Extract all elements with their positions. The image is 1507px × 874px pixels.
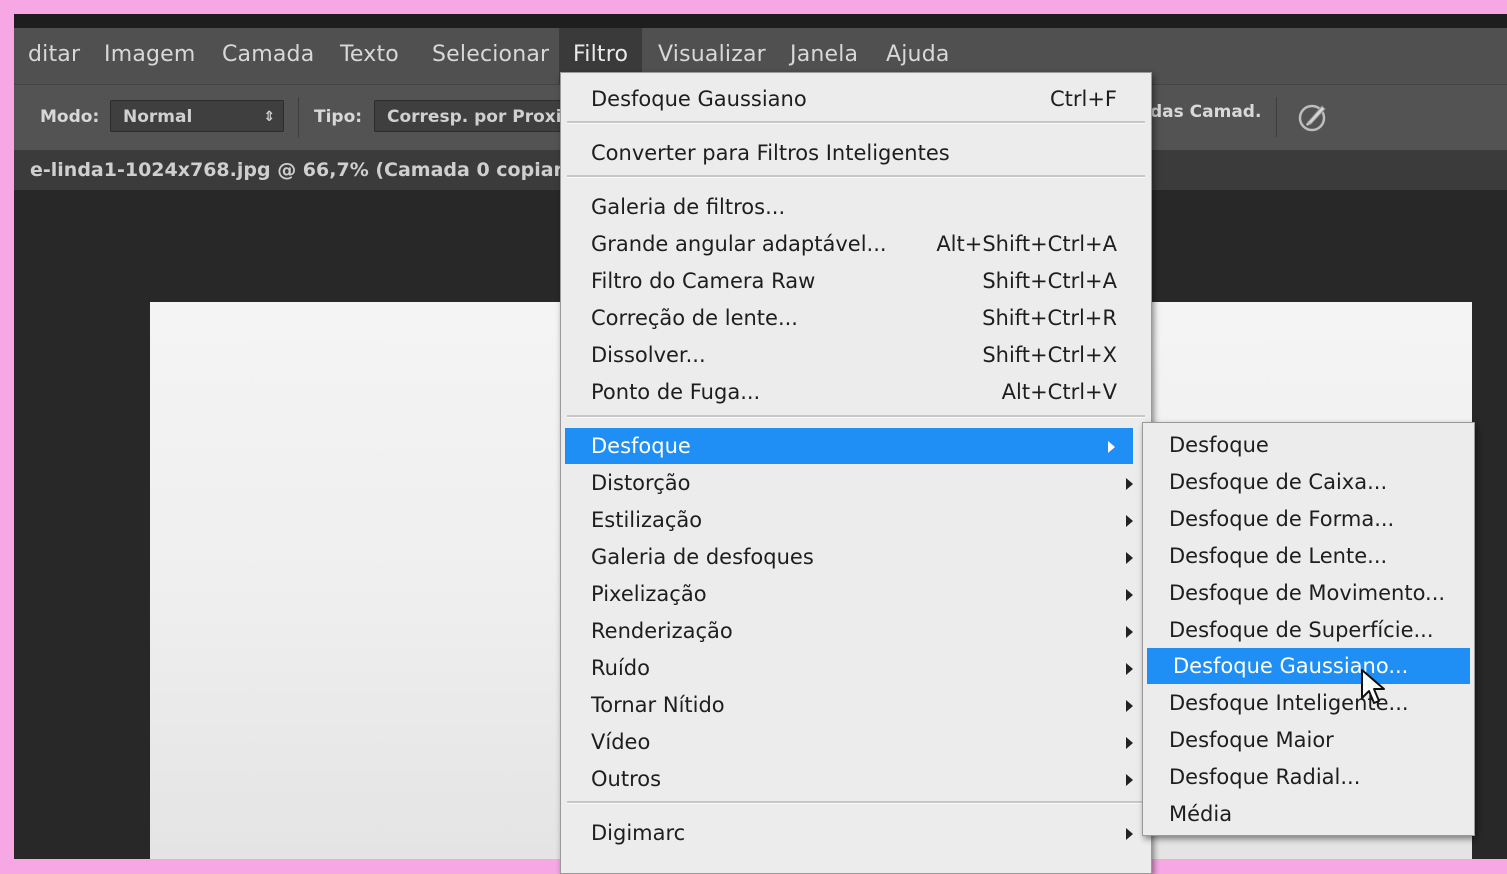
menu-editar[interactable]: ditar (28, 28, 80, 84)
menu-item-adaptive-wide-angle[interactable]: Grande angular adaptável... Alt+Shift+Ct… (561, 226, 1151, 262)
menu-item-label: Ponto de Fuga... (591, 380, 761, 404)
menu-item-label: Desfoque Maior (1169, 728, 1334, 752)
menu-item-label: Galeria de filtros... (591, 195, 786, 219)
chevron-right-icon (1126, 828, 1133, 840)
mouse-pointer-icon (1361, 669, 1385, 704)
sample-all-layers-label[interactable]: das Camad. (1150, 102, 1261, 122)
menu-item-label: Desfoque Radial... (1169, 765, 1361, 789)
menu-item-label: Correção de lente... (591, 306, 798, 330)
chevron-right-icon (1126, 737, 1133, 749)
menu-item-pixelate[interactable]: Pixelização (561, 576, 1151, 612)
menu-item-shortcut: Shift+Ctrl+A (982, 269, 1117, 293)
mode-label: Modo: (40, 107, 100, 127)
menu-item-label: Dissolver... (591, 343, 706, 367)
menu-item-shortcut: Alt+Shift+Ctrl+A (936, 232, 1117, 256)
submenu-item-blur[interactable]: Desfoque (1143, 427, 1474, 463)
menu-item-label: Média (1169, 802, 1233, 826)
menu-separator (567, 175, 1145, 178)
menu-item-other[interactable]: Outros (561, 761, 1151, 797)
menu-item-label: Desfoque de Superfície... (1169, 618, 1434, 642)
menu-separator (567, 121, 1145, 124)
submenu-item-box-blur[interactable]: Desfoque de Caixa... (1143, 464, 1474, 500)
blur-submenu: Desfoque Desfoque de Caixa... Desfoque d… (1142, 422, 1475, 836)
menu-item-noise[interactable]: Ruído (561, 650, 1151, 686)
submenu-item-shape-blur[interactable]: Desfoque de Forma... (1143, 501, 1474, 537)
menu-item-video[interactable]: Vídeo (561, 724, 1151, 760)
menu-item-label: Galeria de desfoques (591, 545, 814, 569)
submenu-item-average[interactable]: Média (1143, 796, 1474, 832)
mode-select-value: Normal (123, 107, 193, 127)
menu-separator (567, 415, 1145, 418)
menu-item-stylize[interactable]: Estilização (561, 502, 1151, 538)
window-top-border (14, 14, 1507, 28)
type-select[interactable]: Corresp. por Proxim (374, 100, 574, 132)
submenu-item-lens-blur[interactable]: Desfoque de Lente... (1143, 538, 1474, 574)
menu-item-label: Desfoque Gaussiano (591, 87, 807, 111)
menu-item-filter-gallery[interactable]: Galeria de filtros... (561, 189, 1151, 225)
menu-item-label: Outros (591, 767, 662, 791)
chevron-right-icon (1126, 774, 1133, 786)
menu-item-label: Desfoque de Caixa... (1169, 470, 1388, 494)
menu-item-distort[interactable]: Distorção (561, 465, 1151, 501)
menu-camada[interactable]: Camada (222, 28, 314, 84)
menu-item-label: Filtro do Camera Raw (591, 269, 816, 293)
menu-item-last-filter[interactable]: Desfoque Gaussiano Ctrl+F (561, 81, 1151, 117)
menu-item-shortcut: Shift+Ctrl+R (982, 306, 1117, 330)
mode-select[interactable]: Normal ⇕ (110, 100, 284, 132)
menu-item-label: Converter para Filtros Inteligentes (591, 141, 950, 165)
menu-item-label: Tornar Nítido (591, 693, 725, 717)
menu-item-label: Vídeo (591, 730, 651, 754)
submenu-item-motion-blur[interactable]: Desfoque de Movimento... (1143, 575, 1474, 611)
submenu-item-surface-blur[interactable]: Desfoque de Superfície... (1143, 612, 1474, 648)
menu-selecionar[interactable]: Selecionar (432, 28, 549, 84)
menu-item-label: Ruído (591, 656, 650, 680)
menu-item-sharpen[interactable]: Tornar Nítido (561, 687, 1151, 723)
submenu-item-radial-blur[interactable]: Desfoque Radial... (1143, 759, 1474, 795)
menu-item-blur-gallery[interactable]: Galeria de desfoques (561, 539, 1151, 575)
menu-item-label: Digimarc (591, 821, 686, 845)
menu-item-label: Estilização (591, 508, 703, 532)
chevron-right-icon (1126, 515, 1133, 527)
type-select-value: Corresp. por Proxim (387, 107, 574, 127)
menu-item-shortcut: Ctrl+F (1049, 87, 1117, 111)
menu-item-convert-smart-filters[interactable]: Converter para Filtros Inteligentes (561, 135, 1151, 171)
brush-icon[interactable] (1296, 100, 1330, 134)
type-label: Tipo: (314, 107, 363, 127)
chevron-right-icon (1126, 663, 1133, 675)
menu-item-render[interactable]: Renderização (561, 613, 1151, 649)
submenu-item-gaussian-blur[interactable]: Desfoque Gaussiano... (1147, 648, 1470, 684)
chevron-right-icon (1126, 478, 1133, 490)
submenu-item-smart-blur[interactable]: Desfoque Inteligente... (1143, 685, 1474, 721)
menu-item-shortcut: Alt+Ctrl+V (1001, 380, 1117, 404)
chevron-right-icon (1126, 552, 1133, 564)
menu-item-label: Pixelização (591, 582, 707, 606)
options-separator-right (1276, 97, 1277, 137)
menu-item-shortcut: Shift+Ctrl+X (982, 343, 1117, 367)
menu-item-label: Desfoque de Lente... (1169, 544, 1388, 568)
menu-item-label: Grande angular adaptável... (591, 232, 887, 256)
chevron-right-icon (1126, 700, 1133, 712)
menu-item-blur[interactable]: Desfoque (565, 428, 1133, 464)
menu-item-label: Desfoque de Forma... (1169, 507, 1395, 531)
menu-item-label: Renderização (591, 619, 733, 643)
menu-texto[interactable]: Texto (340, 28, 399, 84)
menu-item-label: Desfoque (591, 434, 691, 458)
filter-menu: Desfoque Gaussiano Ctrl+F Converter para… (560, 72, 1152, 874)
menu-item-label: Distorção (591, 471, 691, 495)
menu-item-vanishing-point[interactable]: Ponto de Fuga... Alt+Ctrl+V (561, 374, 1151, 410)
menu-item-liquify[interactable]: Dissolver... Shift+Ctrl+X (561, 337, 1151, 373)
menu-item-label: Desfoque de Movimento... (1169, 581, 1446, 605)
submenu-item-blur-more[interactable]: Desfoque Maior (1143, 722, 1474, 758)
menu-imagem[interactable]: Imagem (104, 28, 196, 84)
menu-separator (567, 801, 1145, 804)
menu-item-label: Desfoque (1169, 433, 1269, 457)
chevron-right-icon (1126, 589, 1133, 601)
chevron-right-icon (1126, 626, 1133, 638)
menu-item-camera-raw[interactable]: Filtro do Camera Raw Shift+Ctrl+A (561, 263, 1151, 299)
options-separator (298, 97, 299, 137)
menu-item-lens-correction[interactable]: Correção de lente... Shift+Ctrl+R (561, 300, 1151, 336)
chevron-right-icon (1108, 441, 1115, 453)
menu-item-digimarc[interactable]: Digimarc (561, 815, 1151, 851)
updown-arrow-icon: ⇕ (263, 109, 275, 125)
